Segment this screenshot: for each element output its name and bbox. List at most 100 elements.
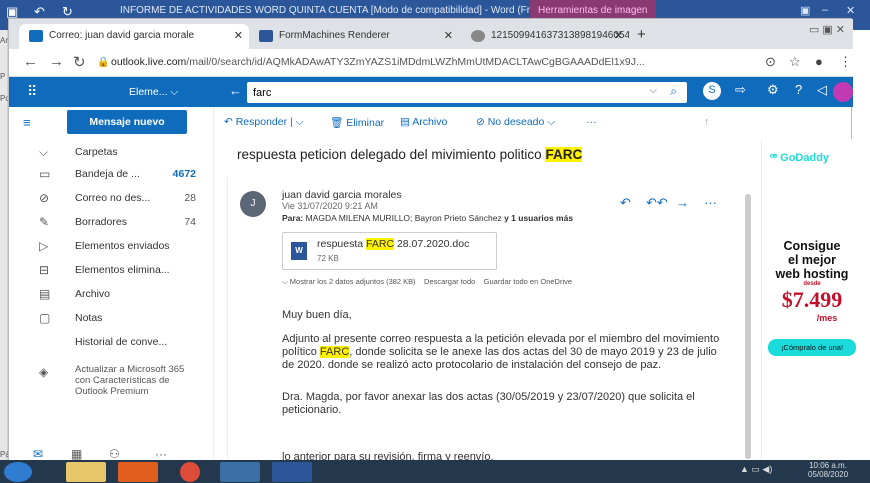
- attachment-links: ⌵ Mostrar los 2 datos adjuntos (382 KB) …: [282, 277, 572, 287]
- ad-period: /mes: [816, 313, 838, 323]
- word-title: INFORME DE ACTIVIDADES WORD QUINTA CUENT…: [120, 5, 538, 16]
- more-button[interactable]: ···: [586, 116, 597, 128]
- ad-panel[interactable]: ꟹ GoDaddy Consigue el mejor web hosting …: [761, 139, 861, 469]
- folder-select[interactable]: Eleme... ⌵: [129, 86, 178, 99]
- nav-junk[interactable]: ⊘ Correo no des... 28: [9, 189, 214, 209]
- profile-icon[interactable]: ●: [815, 54, 823, 69]
- nav-drafts[interactable]: ✎ Borradores 74: [9, 213, 214, 233]
- scrollbar[interactable]: [745, 194, 751, 459]
- greeting: Muy buen día,: [282, 309, 352, 321]
- delete-button[interactable]: 🗑 Eliminar: [330, 116, 384, 129]
- show-attachments-link[interactable]: Mostrar los 2 datos adjuntos (382 KB): [290, 277, 416, 286]
- help-icon[interactable]: ?: [795, 82, 802, 97]
- back-icon[interactable]: ←: [23, 53, 38, 70]
- close-icon[interactable]: ✕: [846, 4, 855, 17]
- ad-headline: el mejor: [788, 253, 836, 267]
- reply-icon[interactable]: ↶: [620, 195, 631, 211]
- fm-icon: [259, 30, 273, 42]
- whats-new-icon[interactable]: ◁: [817, 82, 827, 98]
- settings-icon[interactable]: ⚙: [767, 82, 779, 98]
- forward-icon[interactable]: →: [49, 53, 64, 70]
- tray-icons[interactable]: ▲ ▭ ◀): [740, 464, 772, 475]
- attachment-size: 72 KB: [317, 254, 339, 263]
- note-icon: ▢: [39, 311, 51, 325]
- nav-deleted[interactable]: ⊟ Elementos elimina...: [9, 261, 214, 281]
- forward-icon[interactable]: →: [676, 195, 689, 210]
- nav-inbox[interactable]: ▭ Bandeja de ... 4672: [9, 165, 214, 185]
- restore-icon[interactable]: ▣: [800, 4, 810, 17]
- left-nav: ≡ Mensaje nuevo ⌵ Carpetas ▭ Bandeja de …: [9, 107, 214, 467]
- reply-all-icon[interactable]: ↶↶: [646, 195, 668, 211]
- outlook-icon: [29, 30, 43, 42]
- new-message-button[interactable]: Mensaje nuevo: [67, 110, 187, 134]
- calendar-icon[interactable]: ▦: [71, 447, 82, 461]
- close-icon[interactable]: ✕: [614, 29, 623, 42]
- message-card: J juan david garcia morales Vie 31/07/20…: [227, 177, 737, 477]
- more-icon[interactable]: ···: [704, 195, 717, 210]
- search-box[interactable]: ⌵ ⌕: [247, 82, 687, 103]
- sender-avatar[interactable]: J: [240, 191, 266, 217]
- avatar[interactable]: [833, 82, 853, 102]
- message-toolbar: ↶ Responder | ⌵ 🗑 Eliminar ▤ Archivo ⊘ N…: [214, 107, 734, 137]
- star-icon[interactable]: ☆: [789, 54, 801, 70]
- people-icon[interactable]: ⚇: [109, 447, 120, 461]
- godaddy-logo: ꟹ GoDaddy: [770, 152, 830, 164]
- cast-icon[interactable]: ⊙: [765, 54, 776, 70]
- word-doc-icon: W: [291, 242, 307, 260]
- window-controls[interactable]: ▭ ▣ ✕: [809, 23, 845, 36]
- media-icon[interactable]: [118, 462, 158, 482]
- hamburger-icon[interactable]: ≡: [23, 115, 31, 130]
- tab-outlook[interactable]: Correo: juan david garcia morale ✕: [19, 24, 249, 49]
- ad-price: $7.499: [781, 287, 843, 312]
- search-input[interactable]: [253, 85, 633, 100]
- start-icon[interactable]: [4, 462, 32, 482]
- trash-icon: ⊟: [39, 263, 50, 277]
- app-icon[interactable]: [220, 462, 260, 482]
- chrome-icon[interactable]: [180, 462, 200, 482]
- mail-icon[interactable]: ✉: [33, 447, 43, 461]
- junk-button[interactable]: ⊘ No deseado ⌵: [476, 116, 555, 129]
- upgrade-link[interactable]: Actualizar a Microsoft 365 con Caracterí…: [75, 364, 195, 397]
- reload-icon[interactable]: ↻: [73, 53, 86, 71]
- archive-button[interactable]: ▤ Archivo: [400, 116, 447, 128]
- word-icon[interactable]: [272, 462, 312, 482]
- save-onedrive-link[interactable]: Guardar todo en OneDrive: [484, 277, 572, 286]
- sender-name[interactable]: juan david garcia morales: [282, 189, 402, 201]
- sent-icon: ▷: [39, 239, 49, 253]
- clock[interactable]: 10:06 a.m. 05/08/2020: [808, 461, 848, 479]
- back-icon[interactable]: ←: [229, 83, 242, 98]
- close-icon[interactable]: ✕: [234, 29, 243, 42]
- menu-icon[interactable]: ⋮: [839, 54, 852, 70]
- tab-link[interactable]: 12150994163731389819460549 ✕: [461, 24, 629, 49]
- nav-conversation-history[interactable]: Historial de conve...: [9, 333, 214, 353]
- tab-formmachines[interactable]: FormMachines Renderer ✕: [249, 24, 459, 49]
- up-arrow-icon[interactable]: ↑: [704, 116, 709, 128]
- tab-label: FormMachines Renderer: [279, 30, 390, 41]
- new-tab-icon[interactable]: +: [637, 26, 646, 43]
- search-icon[interactable]: ⌕: [670, 84, 677, 99]
- more-icon[interactable]: ···: [155, 447, 167, 461]
- download-all-link[interactable]: Descargar todo: [424, 277, 475, 286]
- url-field[interactable]: outlook.live.com/mail/0/search/id/AQMkAD…: [111, 56, 645, 68]
- strip-label: P: [0, 72, 6, 81]
- ad-cta-button[interactable]: ¡Cómpralo de una!: [768, 339, 856, 356]
- skype-icon[interactable]: S: [703, 82, 721, 100]
- attachment-card[interactable]: W respuesta FARC 28.07.2020.doc 72 KB: [282, 232, 497, 270]
- outlook-header: ⠿ Eleme... ⌵ ← ⌵ ⌕ S ⇨ ⚙ ? ◁: [9, 77, 853, 107]
- minimize-icon[interactable]: –: [822, 4, 828, 16]
- feedback-icon[interactable]: ⇨: [735, 82, 746, 98]
- app-launcher-icon[interactable]: ⠿: [27, 83, 37, 100]
- chevron-down-icon: ⌵: [39, 145, 49, 159]
- nav-notes[interactable]: ▢ Notas: [9, 309, 214, 329]
- message-date: Vie 31/07/2020 9:21 AM: [282, 201, 378, 211]
- chevron-down-icon[interactable]: ⌵: [649, 85, 657, 96]
- nav-sent[interactable]: ▷ Elementos enviados: [9, 237, 214, 257]
- reply-button[interactable]: ↶ Responder | ⌵: [224, 116, 304, 129]
- close-icon[interactable]: ✕: [444, 29, 453, 42]
- explorer-icon[interactable]: [66, 462, 106, 482]
- junk-icon: ⊘: [39, 191, 50, 205]
- nav-archive[interactable]: ▤ Archivo: [9, 285, 214, 305]
- nav-folders[interactable]: ⌵ Carpetas: [9, 143, 214, 163]
- tab-label: 12150994163731389819460549: [491, 30, 629, 41]
- attachment-name: respuesta FARC 28.07.2020.doc: [317, 238, 470, 250]
